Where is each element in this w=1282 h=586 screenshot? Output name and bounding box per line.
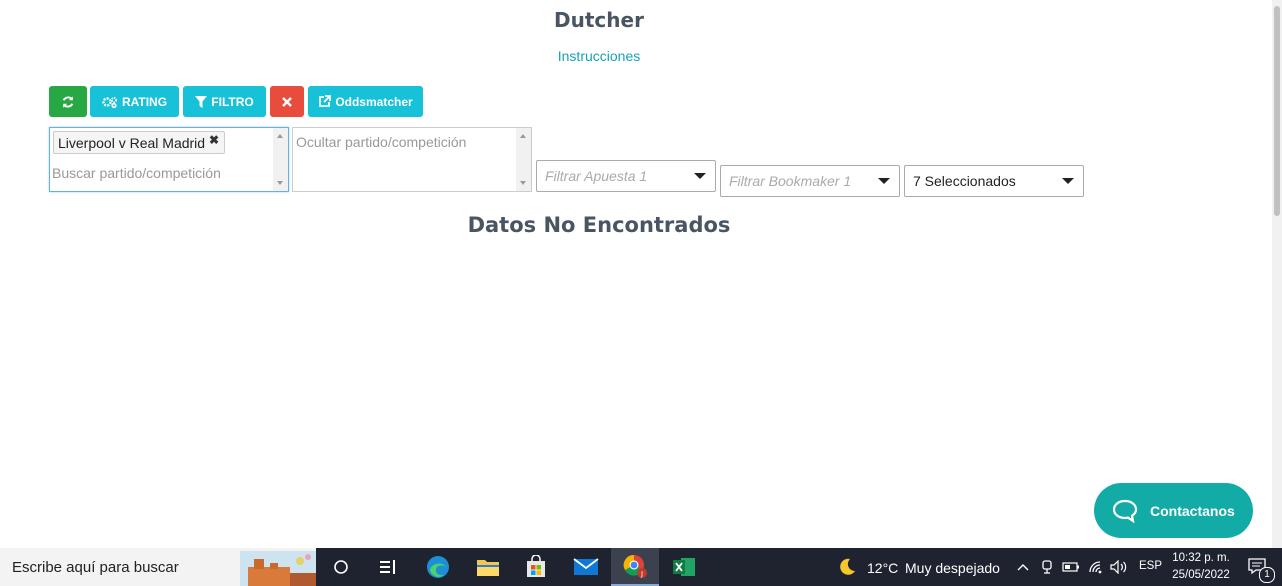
battery-icon[interactable] xyxy=(1061,548,1081,586)
page-title: Dutcher xyxy=(554,8,644,32)
remove-tag-icon[interactable]: ✖ xyxy=(209,129,219,152)
scrollbar-thumb[interactable] xyxy=(1274,6,1280,216)
selected-match-tag: Liverpool v Real Madrid ✖ xyxy=(53,129,226,154)
filter-icon xyxy=(195,95,208,108)
file-explorer-icon[interactable] xyxy=(470,548,506,586)
meet-now-icon[interactable] xyxy=(1038,548,1056,586)
page-scrollbar[interactable] xyxy=(1272,0,1282,548)
notifications-icon[interactable]: 1 xyxy=(1244,548,1275,586)
refresh-button[interactable] xyxy=(49,86,87,117)
search-highlight-icon xyxy=(240,551,316,586)
taskbar-clock[interactable]: 10:32 p. m. 25/05/2022 xyxy=(1168,550,1234,584)
refresh-icon xyxy=(62,95,74,108)
cortana-icon[interactable] xyxy=(326,548,356,586)
bet-filter-select[interactable]: Filtrar Apuesta 1 xyxy=(536,160,716,192)
hide-field-scrollbar[interactable] xyxy=(516,128,531,191)
empty-results-message: Datos No Encontrados xyxy=(467,213,731,237)
instructions-link[interactable]: Instrucciones xyxy=(0,48,1198,64)
volume-icon[interactable] xyxy=(1109,548,1129,586)
selected-match-label: Liverpool v Real Madrid xyxy=(58,135,206,151)
edge-browser-icon[interactable] xyxy=(420,548,456,586)
oddsmatcher-button[interactable]: Oddsmatcher xyxy=(308,86,423,117)
clock-date: 25/05/2022 xyxy=(1172,569,1230,581)
rating-label: RATING xyxy=(121,94,168,109)
gears-icon xyxy=(102,96,118,108)
taskbar-search-placeholder: Escribe aquí para buscar xyxy=(12,559,179,576)
chevron-down-icon xyxy=(1062,178,1074,184)
selection-count-select[interactable]: 7 Seleccionados xyxy=(904,165,1084,197)
web-page: Dutcher Instrucciones RATING FILTRO Odds… xyxy=(0,0,1272,548)
chat-bubble-icon xyxy=(1112,499,1138,523)
external-link-icon xyxy=(319,95,332,107)
contact-button[interactable]: Contactanos xyxy=(1094,483,1253,538)
contact-label: Contactanos xyxy=(1150,502,1235,519)
svg-text:J: J xyxy=(640,570,643,578)
oddsmatcher-label: Oddsmatcher xyxy=(335,94,413,109)
weather-moon-icon[interactable] xyxy=(834,548,860,586)
bookmaker-filter-placeholder: Filtrar Bookmaker 1 xyxy=(729,173,852,189)
microsoft-store-icon[interactable] xyxy=(518,548,554,586)
search-match-input[interactable]: Buscar partido/competición xyxy=(52,165,221,181)
mail-icon[interactable] xyxy=(568,548,604,586)
excel-icon[interactable] xyxy=(666,548,702,586)
notification-count: 1 xyxy=(1259,567,1275,583)
chrome-browser-icon[interactable]: J xyxy=(611,548,659,586)
task-view-icon[interactable] xyxy=(373,548,403,586)
selection-count-value: 7 Seleccionados xyxy=(913,173,1016,189)
taskbar: Escribe aquí para buscar J 12°C Muy desp… xyxy=(0,548,1282,586)
weather-description[interactable]: Muy despejado xyxy=(905,560,1000,576)
clock-time: 10:32 p. m. xyxy=(1172,552,1230,564)
input-language[interactable]: ESP xyxy=(1139,560,1162,572)
weather-temperature[interactable]: 12°C xyxy=(867,560,898,576)
filter-button[interactable]: FILTRO xyxy=(183,86,266,117)
chevron-up-icon[interactable] xyxy=(1014,548,1032,586)
search-match-field[interactable]: Liverpool v Real Madrid ✖ Buscar partido… xyxy=(49,127,289,192)
chevron-down-icon xyxy=(694,173,706,179)
search-field-scrollbar[interactable] xyxy=(273,128,288,191)
hide-match-field[interactable]: Ocultar partido/competición xyxy=(292,127,532,192)
filter-label: FILTRO xyxy=(211,94,254,109)
taskbar-search-box[interactable]: Escribe aquí para buscar xyxy=(0,548,316,586)
clear-button[interactable] xyxy=(270,86,304,117)
close-icon xyxy=(282,96,292,107)
bet-filter-placeholder: Filtrar Apuesta 1 xyxy=(545,168,648,184)
bookmaker-filter-select[interactable]: Filtrar Bookmaker 1 xyxy=(720,165,900,197)
chevron-down-icon xyxy=(878,178,890,184)
hide-match-input[interactable]: Ocultar partido/competición xyxy=(296,134,466,150)
rating-button[interactable]: RATING xyxy=(90,86,179,117)
wifi-icon[interactable] xyxy=(1086,548,1106,586)
